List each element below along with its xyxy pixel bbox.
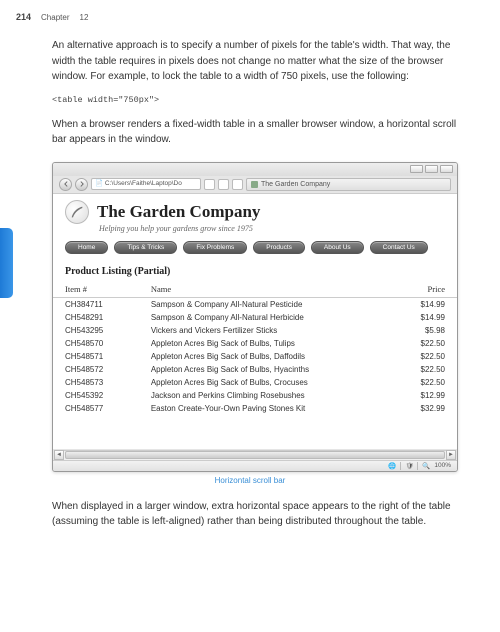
body-paragraph-2: When a browser renders a fixed-width tab… [0,109,500,154]
forward-button[interactable] [75,178,88,191]
cell-price: $22.50 [390,376,457,389]
cell-name: Appleton Acres Big Sack of Bulbs, Hyacin… [139,363,390,376]
cell-id: CH548571 [53,350,139,363]
page-header: 214 Chapter 12 [0,0,500,30]
nav-home[interactable]: Home [65,241,108,254]
minimize-button[interactable] [410,165,423,173]
table-row: CH548570Appleton Acres Big Sack of Bulbs… [53,337,457,350]
product-table: Item # Name Price CH384711Sampson & Comp… [53,281,457,415]
scroll-left-button[interactable]: ◄ [54,450,64,460]
address-text: C:\Users\Faithe\Laptop\Do [105,180,182,187]
table-row: CH384711Sampson & Company All-Natural Pe… [53,297,457,311]
table-row: CH548291Sampson & Company All-Natural He… [53,311,457,324]
page-number: 214 [16,12,31,22]
company-title: The Garden Company [97,202,260,222]
zoom-icon[interactable]: 🔍 [422,462,430,470]
chapter-number: 12 [80,13,89,22]
col-name: Name [139,281,390,298]
cell-id: CH545392 [53,389,139,402]
cell-price: $22.50 [390,350,457,363]
nav-tips[interactable]: Tips & Tricks [114,241,177,254]
cell-id: CH548570 [53,337,139,350]
cell-name: Vickers and Vickers Fertilizer Sticks [139,324,390,337]
status-separator [417,462,418,470]
refresh-button[interactable] [204,179,215,190]
section-heading: Product Listing (Partial) [53,258,457,281]
cell-name: Appleton Acres Big Sack of Bulbs, Crocus… [139,376,390,389]
cell-name: Easton Create-Your-Own Paving Stones Kit [139,402,390,415]
nav-fix[interactable]: Fix Problems [183,241,247,254]
browser-window: 📄 C:\Users\Faithe\Laptop\Do The Garden C… [52,162,458,472]
scroll-thumb[interactable] [65,451,445,459]
cell-id: CH548577 [53,402,139,415]
cell-name: Appleton Acres Big Sack of Bulbs, Daffod… [139,350,390,363]
status-bar: 🌐 🛡 🔍 100% [53,460,457,471]
protected-mode-icon: 🛡 [405,462,413,470]
feather-logo-icon [65,200,89,224]
search-button[interactable] [232,179,243,190]
nav-about[interactable]: About Us [311,241,364,254]
table-row: CH548571Appleton Acres Big Sack of Bulbs… [53,350,457,363]
code-snippet: <table width="750px"> [0,91,500,109]
page-edge-tab [0,228,13,298]
cell-name: Jackson and Perkins Climbing Rosebushes [139,389,390,402]
address-bar-row: 📄 C:\Users\Faithe\Laptop\Do The Garden C… [53,176,457,194]
table-row: CH548573Appleton Acres Big Sack of Bulbs… [53,376,457,389]
table-header-row: Item # Name Price [53,281,457,298]
page-content: The Garden Company Helping you help your… [53,194,457,449]
favicon-icon [251,181,258,188]
cell-price: $22.50 [390,363,457,376]
table-row: CH545392Jackson and Perkins Climbing Ros… [53,389,457,402]
address-field[interactable]: 📄 C:\Users\Faithe\Laptop\Do [91,178,201,190]
cell-name: Appleton Acres Big Sack of Bulbs, Tulips [139,337,390,350]
nav-contact[interactable]: Contact Us [370,241,428,254]
body-paragraph-3: When displayed in a larger window, extra… [0,491,500,536]
cell-price: $5.98 [390,324,457,337]
internet-zone-icon: 🌐 [388,462,396,470]
nav-button-row: Home Tips & Tricks Fix Problems Products… [53,233,457,258]
cell-price: $12.99 [390,389,457,402]
nav-products[interactable]: Products [253,241,305,254]
cell-name: Sampson & Company All-Natural Herbicide [139,311,390,324]
cell-id: CH384711 [53,297,139,311]
window-titlebar [53,163,457,176]
cell-id: CH543295 [53,324,139,337]
cell-id: CH548572 [53,363,139,376]
folder-icon: 📄 [95,180,103,187]
cell-name: Sampson & Company All-Natural Pesticide [139,297,390,311]
cell-price: $22.50 [390,337,457,350]
scroll-right-button[interactable]: ► [446,450,456,460]
cell-price: $14.99 [390,297,457,311]
table-row: CH543295Vickers and Vickers Fertilizer S… [53,324,457,337]
back-button[interactable] [59,178,72,191]
status-separator [400,462,401,470]
tab-title: The Garden Company [261,181,330,188]
back-arrow-icon [63,181,69,187]
col-price: Price [390,281,457,298]
cell-id: CH548573 [53,376,139,389]
company-subtitle: Helping you help your gardens grow since… [53,224,457,233]
cell-price: $14.99 [390,311,457,324]
company-header: The Garden Company [53,194,457,226]
forward-arrow-icon [79,181,85,187]
chapter-label: Chapter [41,13,69,22]
stop-button[interactable] [218,179,229,190]
figure-caption: Horizontal scroll bar [0,476,500,485]
zoom-level[interactable]: 100% [434,462,451,469]
table-row: CH548577Easton Create-Your-Own Paving St… [53,402,457,415]
body-paragraph-1: An alternative approach is to specify a … [0,30,500,91]
cell-id: CH548291 [53,311,139,324]
horizontal-scrollbar[interactable]: ◄ ► [54,450,456,460]
table-row: CH548572Appleton Acres Big Sack of Bulbs… [53,363,457,376]
col-item: Item # [53,281,139,298]
browser-tab[interactable]: The Garden Company [246,178,451,191]
maximize-button[interactable] [425,165,438,173]
close-button[interactable] [440,165,453,173]
cell-price: $32.99 [390,402,457,415]
